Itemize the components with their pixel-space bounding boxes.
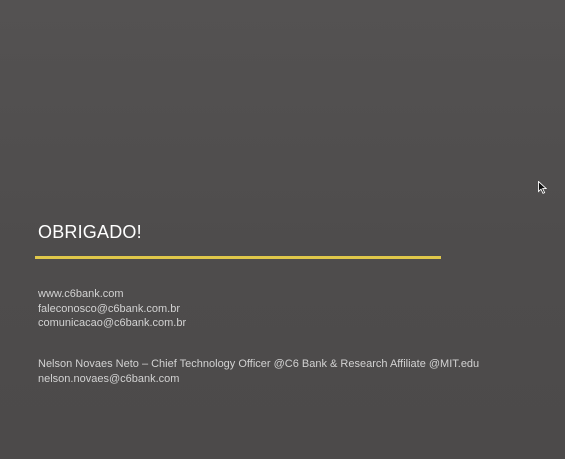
signature-block: Nelson Novaes Neto – Chief Technology Of…: [38, 357, 479, 387]
slide: OBRIGADO! www.c6bank.com faleconosco@c6b…: [0, 0, 565, 459]
slide-title: OBRIGADO!: [38, 222, 142, 242]
contact-list: www.c6bank.com faleconosco@c6bank.com.br…: [38, 287, 186, 331]
signature-email[interactable]: nelson.novaes@c6bank.com: [38, 372, 479, 387]
website-link[interactable]: www.c6bank.com: [38, 287, 186, 302]
mouse-pointer-icon: [538, 181, 547, 194]
signature-name-title: Nelson Novaes Neto – Chief Technology Of…: [38, 358, 480, 370]
contact-email-faleconosco[interactable]: faleconosco@c6bank.com.br: [38, 302, 186, 317]
contact-email-comunicacao[interactable]: comunicacao@c6bank.com.br: [38, 316, 186, 331]
accent-divider: [35, 256, 441, 259]
